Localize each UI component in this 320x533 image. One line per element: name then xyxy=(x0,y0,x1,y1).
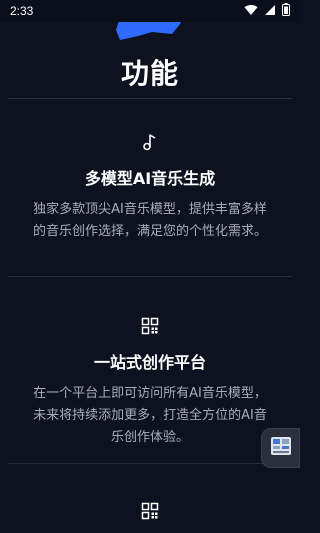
feature-title: 多模型AI音乐生成 xyxy=(84,169,216,188)
feature-title: 一站式创作平台 xyxy=(93,353,206,372)
section-divider xyxy=(8,276,292,277)
status-time: 2:33 xyxy=(10,4,34,18)
feature-description: 在一个平台上即可访问所有AI音乐模型，未来将持续添加更多，打造全方位的AI音乐创… xyxy=(33,386,267,445)
music-note-icon xyxy=(141,133,159,151)
feature-item: 一站式创作平台 在一个平台上即可访问所有AI音乐模型，未来将持续添加更多，打造全… xyxy=(0,317,300,449)
feature-page: 功能 多模型AI音乐生成 独家多款顶尖AI音乐模型，提供丰富多样的音乐创作选择，… xyxy=(0,22,300,533)
feature-description: 独家多款顶尖AI音乐模型，提供丰富多样的音乐创作选择，满足您的个性化需求。 xyxy=(32,202,267,239)
feature-item: 多模型AI音乐生成 独家多款顶尖AI音乐模型，提供丰富多样的音乐创作选择，满足您… xyxy=(0,133,300,243)
grid-apps-icon xyxy=(141,502,159,520)
wifi-icon xyxy=(244,4,258,19)
feature-item xyxy=(0,502,300,520)
title-divider xyxy=(8,98,292,99)
app-switch-icon xyxy=(269,434,293,462)
grid-apps-icon xyxy=(141,317,159,335)
battery-icon xyxy=(282,3,290,19)
floating-app-switch-button[interactable] xyxy=(261,428,300,468)
status-icons xyxy=(244,3,290,19)
status-bar: 2:33 xyxy=(0,0,300,22)
decorative-blue-shape xyxy=(116,22,188,54)
signal-icon xyxy=(264,4,276,19)
page-title: 功能 xyxy=(120,57,179,90)
section-divider xyxy=(8,463,292,464)
